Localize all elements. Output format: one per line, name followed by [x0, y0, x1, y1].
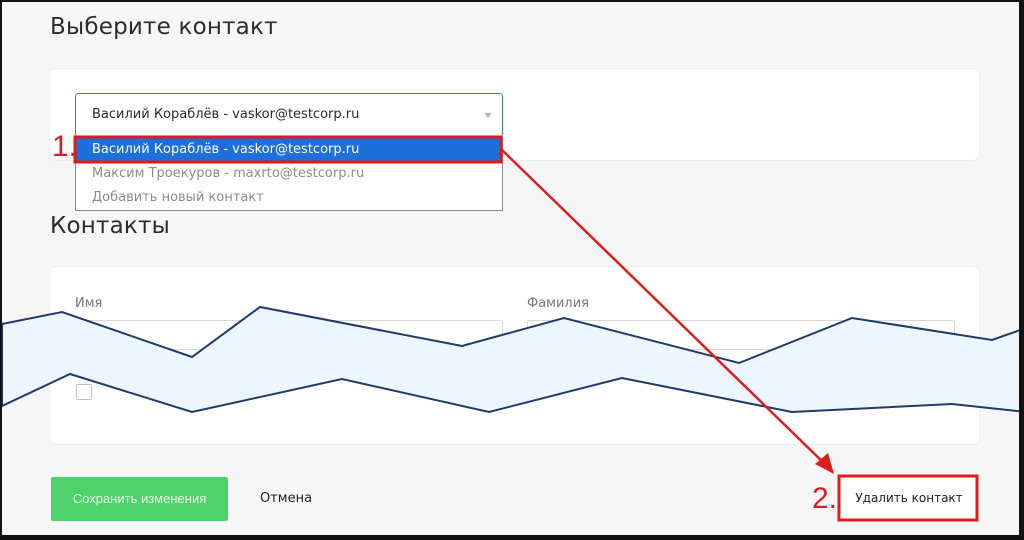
annotation-overlay: [73, 135, 979, 522]
step2-highlight-box: [837, 474, 979, 522]
step1-highlight-box: [73, 135, 503, 164]
screenshot-frame: Выберите контакт Василий Кораблёв - vask…: [0, 0, 1024, 540]
arrow-line: [500, 148, 829, 468]
